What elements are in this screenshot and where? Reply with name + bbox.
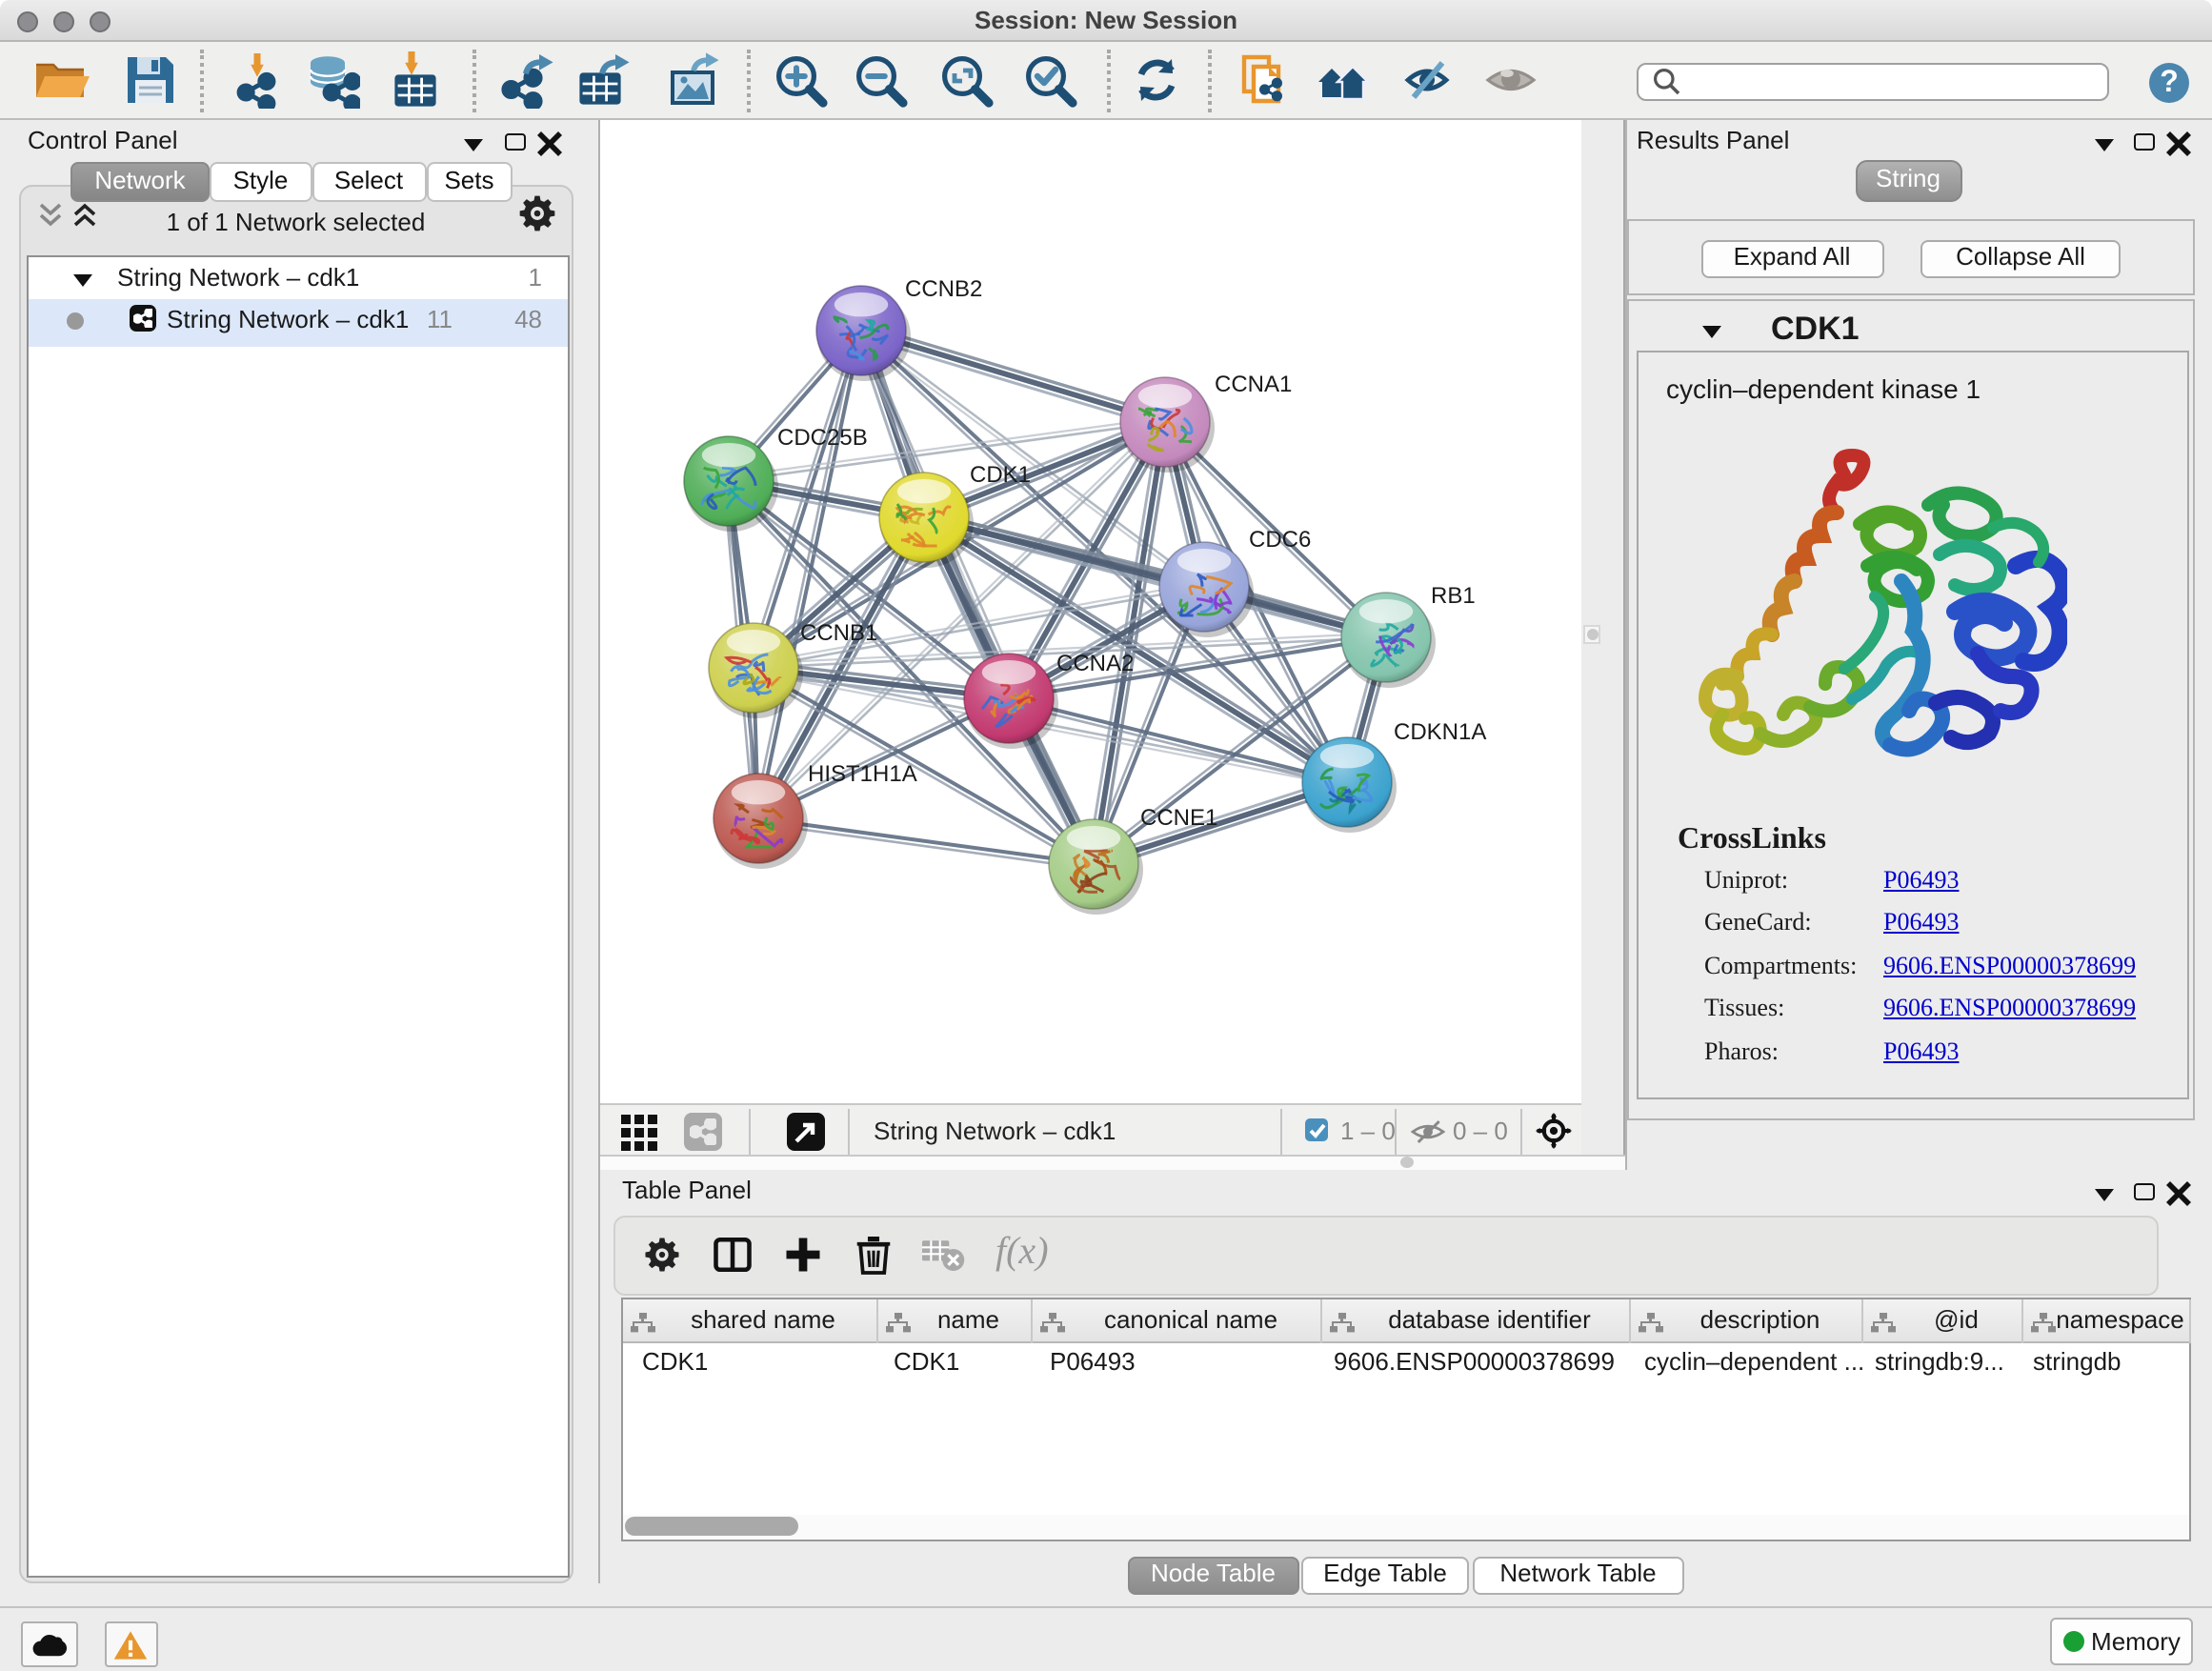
svg-text:CCNB2: CCNB2	[904, 275, 981, 301]
svg-text:CDC6: CDC6	[1248, 526, 1310, 552]
svg-text:CCNA1: CCNA1	[1214, 371, 1291, 396]
svg-text:HIST1H1A: HIST1H1A	[807, 760, 916, 786]
svg-text:CDKN1A: CDKN1A	[1393, 718, 1485, 744]
svg-text:RB1: RB1	[1430, 582, 1475, 608]
svg-text:CCNA2: CCNA2	[1056, 650, 1133, 675]
svg-text:CDK1: CDK1	[969, 461, 1030, 487]
svg-text:CCNB1: CCNB1	[799, 619, 876, 645]
svg-text:CDC25B: CDC25B	[776, 424, 867, 450]
svg-text:CCNE1: CCNE1	[1139, 804, 1217, 830]
